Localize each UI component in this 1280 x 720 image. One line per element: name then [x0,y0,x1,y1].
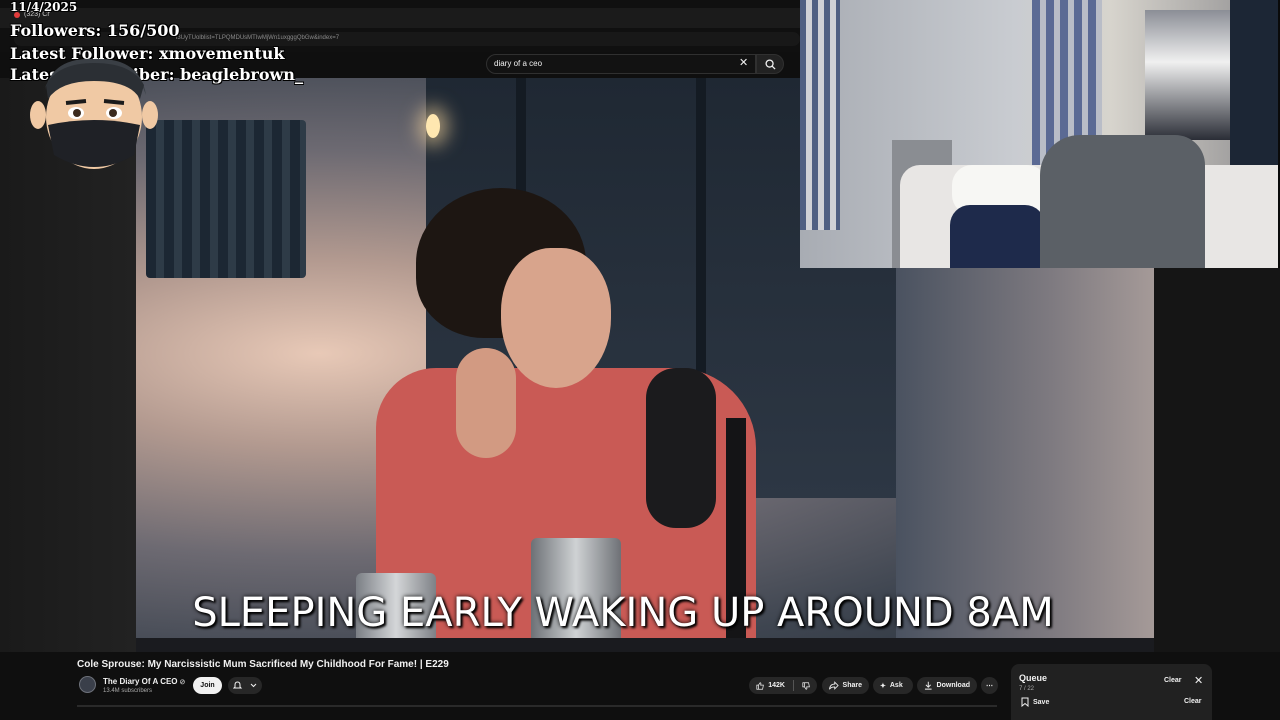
webcam-blue-blanket [950,205,1045,268]
stream-followers: Followers: 156/500 [10,21,180,40]
search-query[interactable]: diary of a ceo [494,59,542,68]
video-person-face [501,248,611,388]
video-microphone [646,368,716,528]
channel-name-text[interactable]: The Diary Of A CEO [103,677,178,686]
thumbs-up-icon[interactable] [756,681,764,691]
video-title: Cole Sprouse: My Narcissistic Mum Sacrif… [77,659,449,670]
more-actions-button[interactable]: ⋯ [981,677,998,694]
share-label: Share [842,682,862,689]
video-progress-bar[interactable] [77,705,997,707]
download-icon [924,681,932,690]
share-icon [829,681,839,690]
download-label: Download [936,682,970,689]
queue-clear-button[interactable]: Clear [1164,677,1182,684]
video-person-hand [456,348,516,458]
video-table [136,638,1154,652]
webcam-curtain [800,0,840,230]
queue-close-icon[interactable]: ✕ [1194,675,1203,687]
stream-date: 11/4/2025 [10,0,78,14]
verified-icon: ⊘ [179,679,186,686]
like-count: 142K [768,682,785,689]
video-caption: SLEEPING EARLY WAKING UP AROUND 8AM [192,590,1054,636]
subscriber-count: 13.4M subscribers [103,688,153,694]
more-icon: ⋯ [986,682,993,690]
like-dislike-group[interactable]: 142K [749,677,817,694]
bookmark-icon [1021,697,1029,707]
like-divider [792,680,794,691]
join-button[interactable]: Join [193,677,222,694]
queue-save-button[interactable]: Save [1021,697,1049,707]
webcam-shelf [1145,10,1230,140]
video-light-bulb [426,114,440,138]
queue-count: 7 / 22 [1019,686,1035,692]
player-side-right [1154,268,1280,652]
address-bar-url[interactable]: i3UyTUolblist=TLPQMDUsMTIwMjWn1uxgggQbGw… [176,35,339,41]
download-button[interactable]: Download [917,677,977,694]
queue-save-label: Save [1033,698,1050,706]
webcam-grey-blanket [1040,135,1205,268]
ask-label: Ask [889,682,903,689]
sparkle-icon: ✦ [880,682,886,690]
streamer-avatar [30,58,158,169]
channel-avatar[interactable] [79,676,96,693]
thumbs-down-icon[interactable] [802,681,810,691]
share-button[interactable]: Share [822,677,869,694]
search-button[interactable] [756,54,784,74]
notification-button[interactable] [228,677,262,694]
search-icon [765,59,776,70]
queue-title: Queue [1019,673,1048,683]
bell-icon [233,681,257,689]
video-wall-lamp [146,120,306,278]
search-clear-icon[interactable]: ✕ [739,57,748,69]
webcam-overlay [800,0,1278,268]
channel-name[interactable]: The Diary Of A CEO ⊘ [103,677,185,686]
queue-clear-bottom-button[interactable]: Clear [1184,698,1202,705]
ask-button[interactable]: ✦ Ask [873,677,913,694]
